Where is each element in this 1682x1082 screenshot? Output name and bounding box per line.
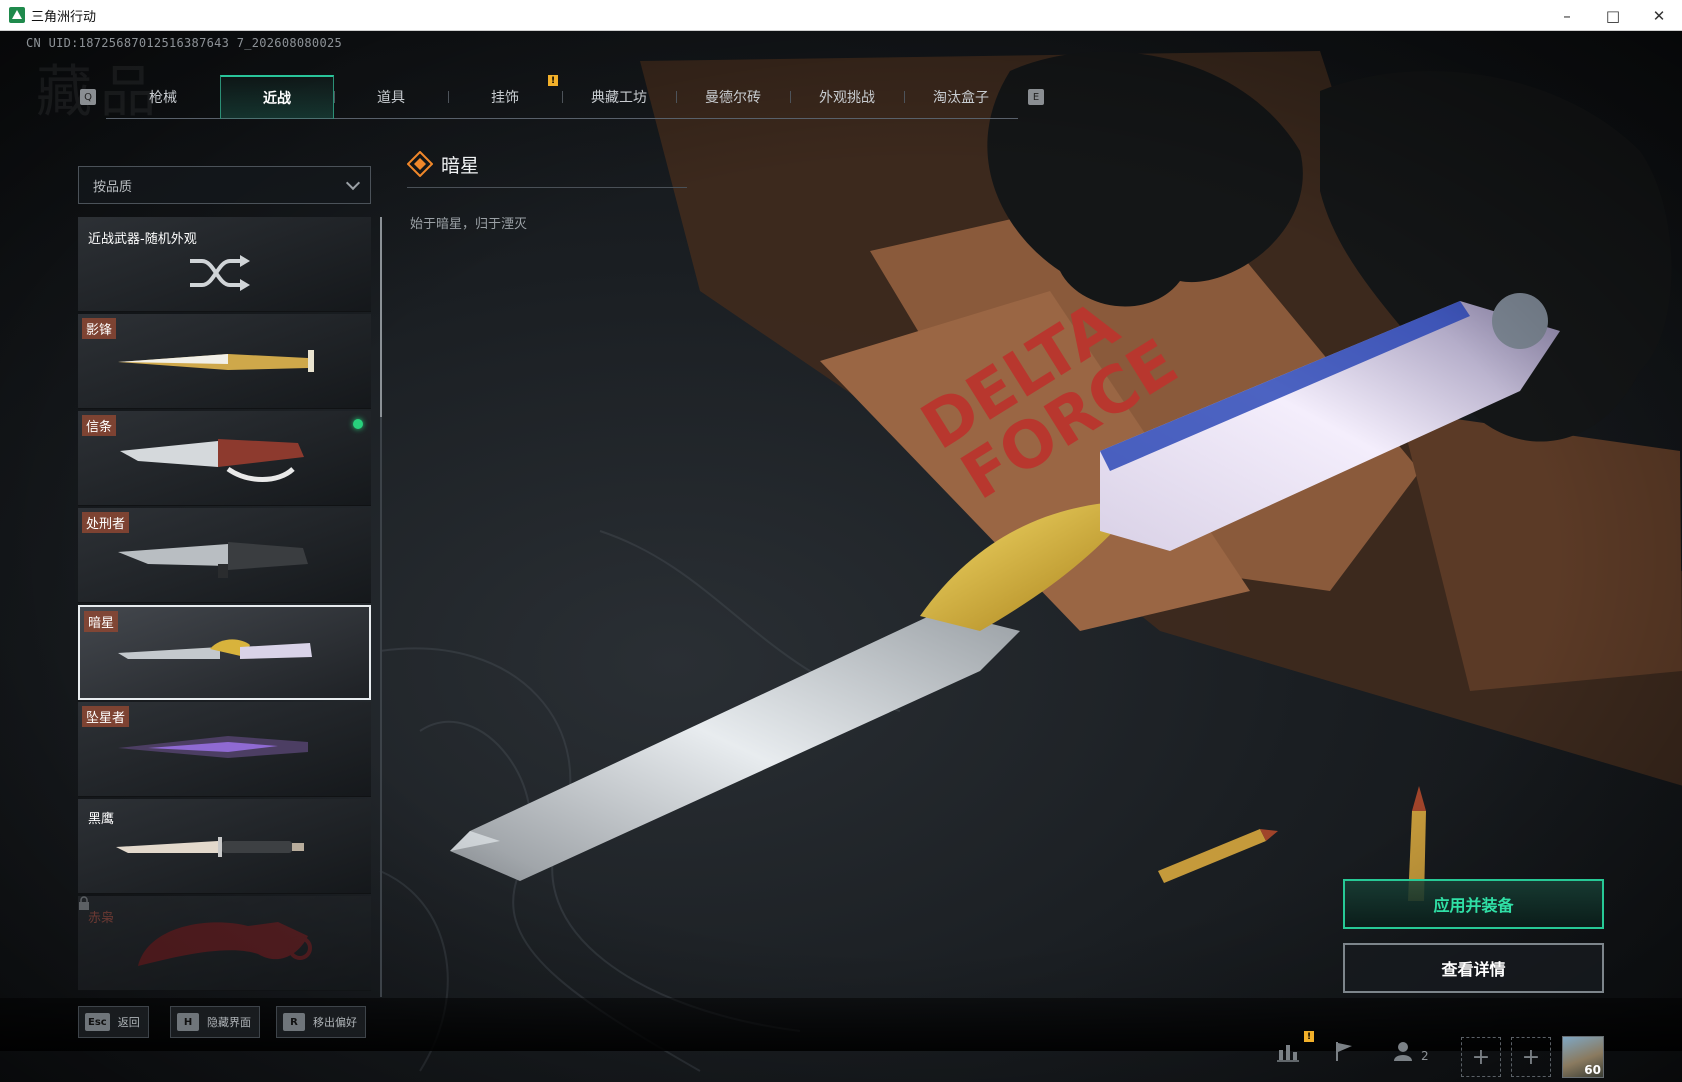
list-item-chuxingzhe[interactable]: 处刑者: [78, 508, 371, 603]
skin-header: 暗星: [407, 148, 479, 180]
remove-favorite-hint-button[interactable]: R 移出偏好: [276, 1006, 366, 1038]
list-item-heiying[interactable]: 黑鹰: [78, 799, 371, 894]
list-item-label: 黑鹰: [88, 812, 115, 827]
list-item-label: 影锋: [82, 318, 117, 339]
hide-ui-hint-button[interactable]: H 隐藏界面: [170, 1006, 260, 1038]
flag-icon[interactable]: [1332, 1040, 1356, 1062]
list-scrollbar[interactable]: [380, 217, 382, 997]
tab-collection-workshop[interactable]: 典藏工坊: [562, 75, 676, 119]
tab-mandel-brick[interactable]: 曼德尔砖: [676, 75, 790, 119]
hint-label: 返回: [117, 1016, 140, 1029]
tab-charms[interactable]: 挂饰: [448, 75, 562, 119]
list-item-label: 处刑者: [82, 512, 130, 533]
rarity-diamond-icon: [407, 151, 433, 177]
friends-icon[interactable]: [1392, 1040, 1416, 1062]
knife-thumbnail: [118, 639, 312, 659]
key-h: H: [177, 1013, 199, 1031]
list-item-random[interactable]: 近战武器-随机外观: [78, 217, 371, 312]
shuffle-icon: [190, 255, 250, 291]
filter-value: 按品质: [93, 179, 133, 195]
knife-thumbnail: [138, 922, 312, 966]
knife-thumbnail: [120, 439, 304, 482]
list-item-zhuixingzhe[interactable]: 坠星者: [78, 702, 371, 797]
app-logo-icon: [9, 7, 25, 23]
window-title: 三角洲行动: [31, 9, 97, 25]
minimize-icon[interactable]: –: [1544, 0, 1590, 31]
tab-alert-badge: !: [548, 75, 558, 86]
divider: [407, 187, 687, 188]
skin-list: 近战武器-随机外观 影锋 信条 处刑者 暗星 坠星者 黑鹰 赤枭: [78, 217, 371, 997]
stats-chart-icon[interactable]: [1276, 1040, 1300, 1062]
tab-melee[interactable]: 近战: [220, 75, 334, 119]
category-tabs: 枪械 近战 道具 挂饰 典藏工坊 曼德尔砖 外观挑战 淘汰盒子 !: [106, 75, 1018, 119]
list-item-xintiao[interactable]: 信条: [78, 411, 371, 506]
list-item-anxing[interactable]: 暗星: [78, 605, 371, 700]
close-icon[interactable]: ✕: [1636, 0, 1682, 31]
chevron-down-icon: [345, 175, 361, 191]
list-item-label: 坠星者: [82, 706, 130, 727]
stats-alert-badge: !: [1304, 1031, 1314, 1042]
knife-thumbnail: [116, 837, 304, 857]
tab-next-key[interactable]: E: [1028, 89, 1044, 105]
knife-thumbnail: [118, 350, 314, 372]
equipped-indicator: [353, 419, 363, 429]
skin-description: 始于暗星，归于湮灭: [410, 217, 528, 232]
friend-count: 2: [1421, 1049, 1429, 1063]
tab-elimination-box[interactable]: 淘汰盒子: [904, 75, 1018, 119]
game-viewport: DELTA FORCE CN UID:18725687012516387643 …: [0, 31, 1682, 1082]
back-hint-button[interactable]: Esc 返回: [78, 1006, 149, 1038]
list-item-chixiao[interactable]: 赤枭: [78, 896, 371, 991]
hint-label: 隐藏界面: [207, 1016, 251, 1029]
quality-filter-dropdown[interactable]: 按品质: [78, 166, 371, 204]
tab-appearance-challenge[interactable]: 外观挑战: [790, 75, 904, 119]
tab-firearms[interactable]: 枪械: [106, 75, 220, 119]
window-titlebar: 三角洲行动 – □ ✕: [0, 0, 1682, 31]
hint-label: 移出偏好: [313, 1016, 357, 1029]
player-level: 60: [1584, 1063, 1601, 1077]
team-slot-add-button[interactable]: +: [1511, 1037, 1551, 1077]
list-item-yingfeng[interactable]: 影锋: [78, 314, 371, 409]
tab-items[interactable]: 道具: [334, 75, 448, 119]
list-item-label: 信条: [82, 415, 117, 436]
lock-icon: [79, 896, 89, 910]
view-details-button[interactable]: 查看详情: [1343, 943, 1604, 993]
apply-equip-button[interactable]: 应用并装备: [1343, 879, 1604, 929]
maximize-icon[interactable]: □: [1590, 0, 1636, 31]
tab-prev-key[interactable]: Q: [80, 89, 96, 105]
player-avatar[interactable]: 60: [1562, 1036, 1604, 1078]
key-esc: Esc: [85, 1013, 110, 1031]
key-r: R: [283, 1013, 305, 1031]
skin-name: 暗星: [441, 154, 480, 177]
list-item-label: 暗星: [84, 611, 119, 632]
team-slot-add-button[interactable]: +: [1461, 1037, 1501, 1077]
category-tabbar: Q 枪械 近战 道具 挂饰 典藏工坊 曼德尔砖 外观挑战 淘汰盒子 ! E: [80, 75, 1044, 119]
